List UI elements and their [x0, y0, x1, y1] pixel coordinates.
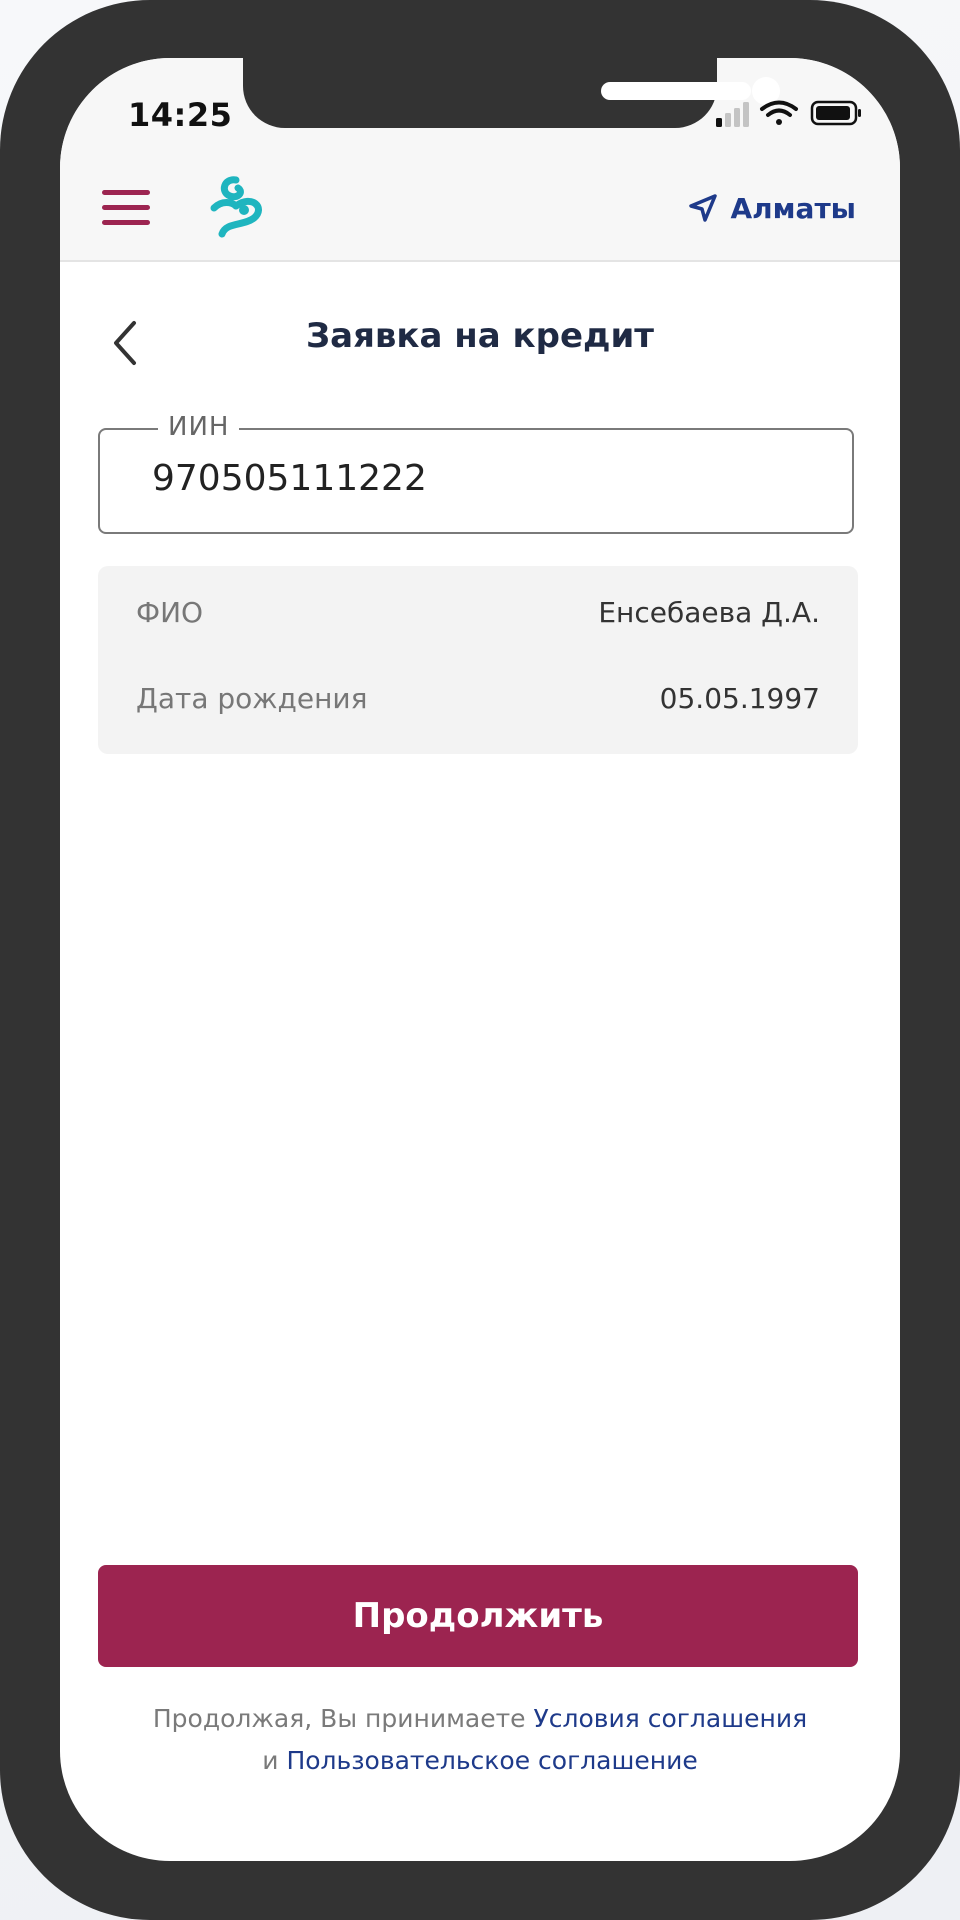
borrower-info-card: ФИО Енсебаева Д.А. Дата рождения 05.05.1… [98, 566, 858, 754]
swirl-logo-icon[interactable] [206, 174, 268, 240]
iin-label: ИИН [158, 412, 240, 442]
iin-input[interactable] [152, 458, 802, 499]
continue-button[interactable]: Продолжить [98, 1565, 858, 1667]
user-agreement-link[interactable]: Пользовательское соглашение [286, 1746, 697, 1775]
agreement-footer: Продолжая, Вы принимаете Условия соглаше… [60, 1698, 900, 1782]
status-icons [716, 100, 861, 127]
status-time: 14:25 [128, 96, 233, 134]
info-value: 05.05.1997 [659, 682, 820, 715]
page-background: 14:25 Алматы Заявка на кредит ИИН 970505… [0, 0, 960, 1920]
info-key: ФИО [136, 596, 204, 629]
status-bar: 14:25 [60, 58, 900, 160]
phone-screen: 14:25 Алматы Заявка на кредит ИИН 970505… [60, 58, 900, 1861]
page-title: Заявка на кредит [305, 316, 655, 356]
iin-field[interactable]: ИИН [98, 412, 854, 534]
phone-notch [243, 58, 780, 128]
location-label: Алматы [730, 191, 856, 225]
info-row-fullname: ФИО Енсебаева Д.А. [136, 596, 820, 629]
hamburger-menu-icon[interactable] [102, 190, 150, 226]
battery-icon [810, 100, 861, 126]
location-arrow-icon [689, 194, 718, 222]
info-value: Енсебаева Д.А. [598, 596, 820, 629]
terms-link[interactable]: Условия соглашения [534, 1704, 808, 1733]
footer-prefix: Продолжая, Вы принимаете [152, 1704, 526, 1733]
app-header: Алматы [60, 160, 900, 262]
cellular-signal-icon [716, 102, 749, 127]
wifi-icon [760, 100, 798, 125]
info-row-birthdate: Дата рождения 05.05.1997 [136, 682, 820, 715]
location-selector[interactable]: Алматы [688, 190, 856, 226]
info-key: Дата рождения [136, 682, 368, 715]
phone-frame: 14:25 Алматы Заявка на кредит ИИН 970505… [0, 0, 960, 1920]
footer-conjunction: и [262, 1746, 279, 1775]
